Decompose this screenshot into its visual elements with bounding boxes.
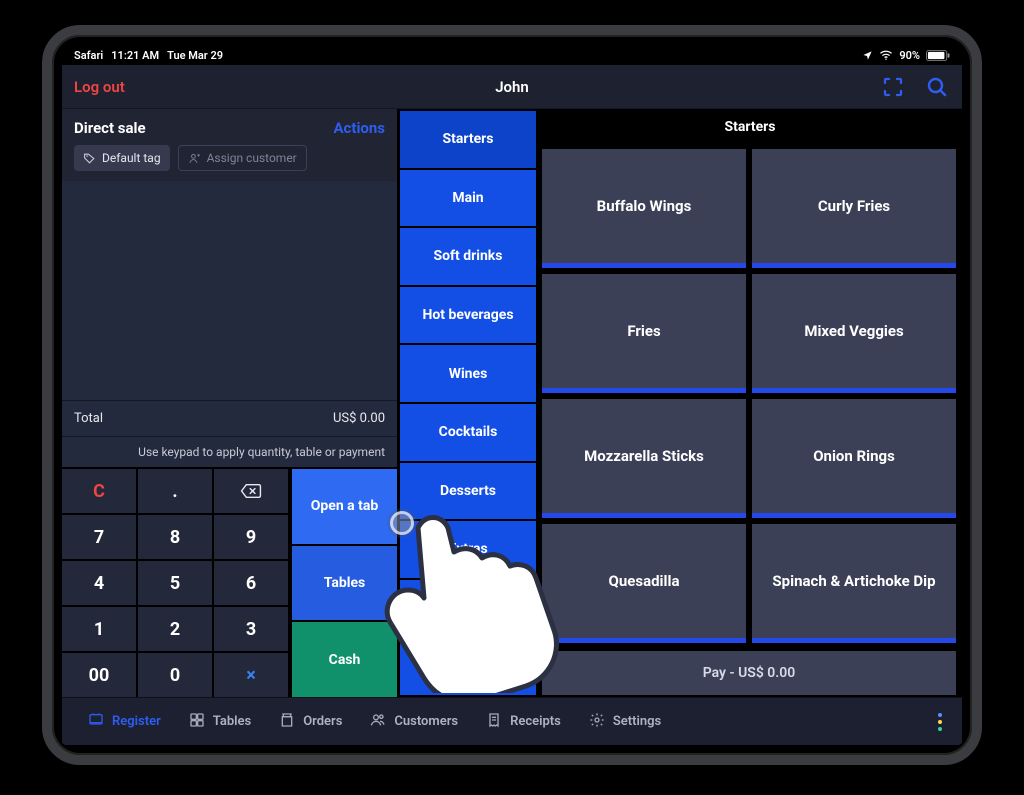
sale-panel: Direct sale Actions Default tag Assign c… — [62, 109, 398, 697]
cart-empty-area — [62, 181, 397, 400]
category-msgs[interactable]: Msgs — [400, 638, 536, 695]
key-multiply[interactable]: × — [214, 653, 288, 697]
category-cocktails[interactable]: Cocktails — [400, 404, 536, 461]
status-app: Safari — [74, 49, 103, 62]
tab-receipts[interactable]: Receipts — [476, 706, 571, 738]
status-date: Tue Mar 29 — [167, 49, 223, 62]
orders-icon — [279, 712, 295, 732]
key-clear[interactable]: C — [62, 469, 136, 513]
tab-customers-label: Customers — [394, 714, 458, 729]
default-tag-label: Default tag — [102, 151, 161, 165]
key-5[interactable]: 5 — [138, 561, 212, 605]
key-9[interactable]: 9 — [214, 515, 288, 559]
tab-register[interactable]: Register — [78, 706, 171, 738]
app-bar: Log out John — [62, 65, 962, 109]
category-wines[interactable]: Wines — [400, 345, 536, 402]
product-buffalo-wings[interactable]: Buffalo Wings — [542, 149, 746, 268]
key-7[interactable]: 7 — [62, 515, 136, 559]
key-dot[interactable]: . — [138, 469, 212, 513]
receipts-icon — [486, 712, 502, 732]
tab-settings-label: Settings — [613, 714, 661, 729]
total-label: Total — [74, 411, 103, 426]
tap-indicator-icon — [390, 511, 414, 535]
key-6[interactable]: 6 — [214, 561, 288, 605]
product-mixed-veggies[interactable]: Mixed Veggies — [752, 274, 956, 393]
gear-icon — [589, 712, 605, 732]
scan-icon[interactable] — [880, 74, 906, 100]
product-quesadilla[interactable]: Quesadilla — [542, 524, 746, 643]
product-fries[interactable]: Fries — [542, 274, 746, 393]
category-other[interactable]: Other — [400, 580, 536, 637]
sale-type-label: Direct sale — [74, 119, 146, 137]
register-icon — [88, 712, 104, 732]
keypad-area: C . 7 8 9 4 5 6 1 2 3 00 — [62, 467, 397, 697]
total-row: Total US$ 0.00 — [62, 400, 397, 436]
status-time: 11:21 AM — [111, 49, 159, 62]
product-curly-fries[interactable]: Curly Fries — [752, 149, 956, 268]
key-backspace[interactable] — [214, 469, 288, 513]
tab-orders[interactable]: Orders — [269, 706, 352, 738]
tab-settings[interactable]: Settings — [579, 706, 671, 738]
page-title: John — [495, 78, 529, 96]
keypad: C . 7 8 9 4 5 6 1 2 3 00 — [62, 469, 288, 697]
search-icon[interactable] — [924, 74, 950, 100]
more-menu-icon[interactable] — [938, 713, 946, 731]
key-1[interactable]: 1 — [62, 607, 136, 651]
key-2[interactable]: 2 — [138, 607, 212, 651]
sale-header: Direct sale Actions Default tag Assign c… — [62, 109, 397, 181]
products-panel: Starters Buffalo Wings Curly Fries Fries… — [538, 109, 962, 697]
cash-button[interactable]: Cash — [292, 622, 397, 697]
product-mozzarella-sticks[interactable]: Mozzarella Sticks — [542, 399, 746, 518]
actions-button[interactable]: Actions — [333, 119, 385, 137]
products-header: Starters — [538, 109, 962, 145]
tab-orders-label: Orders — [303, 714, 342, 729]
category-desserts[interactable]: Desserts — [400, 463, 536, 520]
tab-customers[interactable]: Customers — [360, 706, 468, 738]
total-amount: US$ 0.00 — [333, 411, 385, 426]
key-4[interactable]: 4 — [62, 561, 136, 605]
assign-customer-label: Assign customer — [207, 151, 297, 165]
screen: Safari 11:21 AM Tue Mar 29 90% Log out J — [62, 45, 962, 745]
status-battery-pct: 90% — [899, 49, 920, 62]
assign-customer-chip[interactable]: Assign customer — [178, 145, 307, 171]
keypad-hint: Use keypad to apply quantity, table or p… — [62, 436, 397, 467]
key-3[interactable]: 3 — [214, 607, 288, 651]
tables-icon — [189, 712, 205, 732]
side-actions: Open a tab Tables Cash — [292, 469, 397, 697]
wifi-icon — [879, 50, 893, 60]
tab-tables[interactable]: Tables — [179, 706, 261, 738]
tables-button[interactable]: Tables — [292, 546, 397, 621]
key-0[interactable]: 0 — [138, 653, 212, 697]
product-grid: Buffalo Wings Curly Fries Fries Mixed Ve… — [538, 145, 962, 647]
tab-receipts-label: Receipts — [510, 714, 561, 729]
key-8[interactable]: 8 — [138, 515, 212, 559]
customers-icon — [370, 712, 386, 732]
default-tag-chip[interactable]: Default tag — [74, 145, 170, 171]
location-icon — [862, 50, 873, 61]
pay-button[interactable]: Pay - US$ 0.00 — [542, 651, 956, 695]
bottom-tab-bar: Register Tables Orders Customers — [62, 697, 962, 745]
category-soft-drinks[interactable]: Soft drinks — [400, 228, 536, 285]
category-starters[interactable]: Starters — [400, 111, 536, 168]
battery-icon — [926, 50, 950, 61]
category-main[interactable]: Main — [400, 170, 536, 227]
open-tab-button[interactable]: Open a tab — [292, 469, 397, 544]
product-onion-rings[interactable]: Onion Rings — [752, 399, 956, 518]
logout-button[interactable]: Log out — [74, 78, 125, 96]
category-column: Starters Main Soft drinks Hot beverages … — [398, 109, 538, 697]
category-extras[interactable]: Extras — [400, 521, 536, 578]
key-00[interactable]: 00 — [62, 653, 136, 697]
category-hot-beverages[interactable]: Hot beverages — [400, 287, 536, 344]
tab-tables-label: Tables — [213, 714, 251, 729]
product-spinach-artichoke[interactable]: Spinach & Artichoke Dip — [752, 524, 956, 643]
main-area: Direct sale Actions Default tag Assign c… — [62, 109, 962, 697]
ipad-frame: Safari 11:21 AM Tue Mar 29 90% Log out J — [42, 25, 982, 765]
status-bar: Safari 11:21 AM Tue Mar 29 90% — [62, 45, 962, 65]
tab-register-label: Register — [112, 714, 161, 729]
